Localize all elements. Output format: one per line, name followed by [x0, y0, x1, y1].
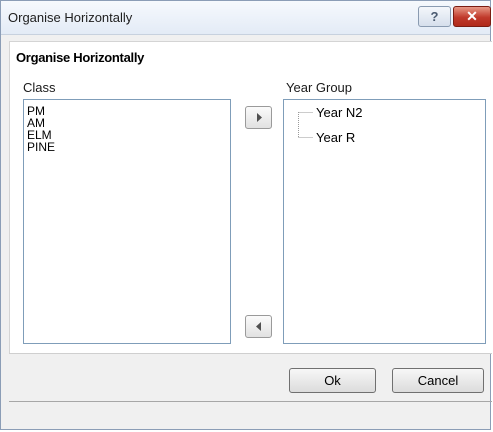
class-listbox[interactable]: PM AM ELM PINE: [23, 99, 231, 344]
close-button[interactable]: ✕: [453, 6, 491, 27]
move-left-button[interactable]: [245, 315, 272, 338]
form-heading: Organise Horizontally: [16, 50, 145, 65]
class-label: Class: [23, 80, 56, 95]
class-item-pm[interactable]: PM: [24, 105, 230, 117]
ok-button[interactable]: Ok: [289, 368, 376, 393]
year-group-label: Year Group: [286, 80, 353, 95]
organise-horizontally-dialog: Organise Horizontally ? ✕ Organise Horiz…: [0, 0, 492, 430]
arrow-right-icon: [256, 113, 262, 122]
class-item-am[interactable]: AM: [24, 117, 230, 129]
button-row-separator: [9, 353, 492, 354]
year-group-tree[interactable]: Year N2 Year R: [283, 99, 486, 344]
tree-node-year-n2[interactable]: Year N2: [316, 105, 363, 120]
tree-node-year-r[interactable]: Year R: [316, 130, 355, 145]
move-right-button[interactable]: [245, 106, 272, 129]
tree-lines: [298, 112, 313, 138]
footer-separator: [9, 401, 492, 402]
arrow-left-icon: [255, 322, 261, 331]
class-item-pine[interactable]: PINE: [24, 141, 230, 153]
help-button[interactable]: ?: [418, 6, 451, 27]
window-title: Organise Horizontally: [8, 10, 133, 25]
cancel-button[interactable]: Cancel: [392, 368, 484, 393]
title-bar[interactable]: Organise Horizontally ? ✕: [1, 1, 491, 35]
